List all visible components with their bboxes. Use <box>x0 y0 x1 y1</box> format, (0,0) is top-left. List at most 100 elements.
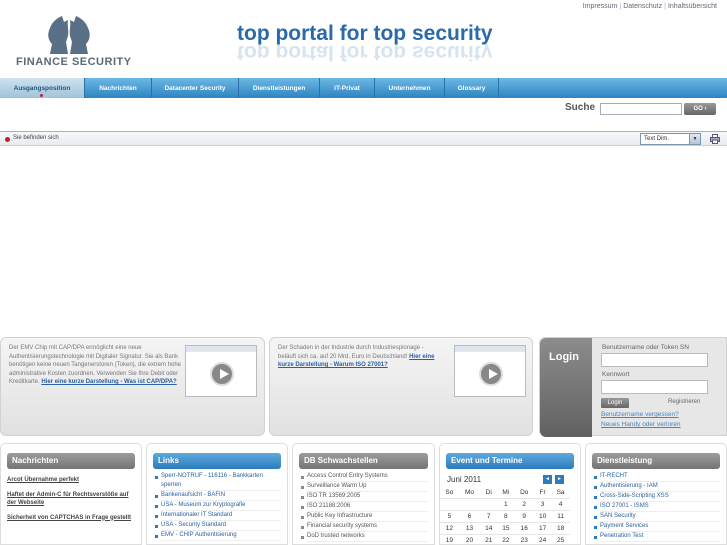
promo-link[interactable]: Hier eine kurze Darstellung - Was ist CA… <box>41 379 176 385</box>
list-item[interactable]: Public Key Infrastructure <box>301 512 428 522</box>
list-item[interactable]: Bankenaufsicht - BAFIN <box>155 491 281 501</box>
username-label: Benutzername oder Token SN <box>602 344 689 351</box>
calendar-day[interactable]: 4 <box>551 497 570 510</box>
search-go-button[interactable]: GO › <box>684 103 716 115</box>
calendar-day[interactable]: 25 <box>551 533 570 544</box>
calendar-day[interactable]: 9 <box>514 509 535 522</box>
calendar-day[interactable] <box>458 497 481 510</box>
login-button[interactable]: Login <box>601 398 629 408</box>
calendar-day[interactable]: 3 <box>534 497 552 510</box>
vulnerabilities-box: DB Schwachstellen Access Control Entry S… <box>292 443 435 545</box>
list-item[interactable]: Access Control Entry Systems <box>301 472 428 482</box>
register-link[interactable]: Registrieren <box>668 399 700 405</box>
search-input[interactable] <box>600 103 682 115</box>
news-title: Nachrichten <box>7 453 135 469</box>
forgot-username-link[interactable]: Benutzername vergessen? <box>601 411 679 418</box>
breadcrumb-label: Sie befinden sich <box>13 135 59 141</box>
calendar-day[interactable]: 14 <box>480 521 498 534</box>
vulnerabilities-title: DB Schwachstellen <box>299 453 428 469</box>
nav-item-dienstleistungen[interactable]: Dienstleistungen <box>239 78 320 98</box>
print-icon[interactable] <box>710 134 720 144</box>
video-thumbnail[interactable] <box>454 345 526 397</box>
calendar-day[interactable] <box>440 497 459 510</box>
news-item[interactable]: Haftet der Admin-C für Rechtsverstöße au… <box>7 491 135 508</box>
nav-item-datacenter-security[interactable]: Datacenter Security <box>152 78 239 98</box>
calendar-grid: So Mo Di Mi Do Fr Sa 1 2 3 4 5 6 7 8 9 1… <box>440 487 570 544</box>
weekday-label: Mo <box>464 488 474 496</box>
lost-phone-link[interactable]: Neues Handy oder verloren <box>601 421 681 428</box>
calendar-day[interactable]: 7 <box>480 509 498 522</box>
list-item[interactable]: Payment Services <box>594 522 720 532</box>
weekday-label: Fr <box>539 488 546 496</box>
video-thumbnail[interactable] <box>185 345 257 397</box>
list-item[interactable]: Penetration Test <box>594 532 720 542</box>
list-item[interactable]: USA - Security Standard <box>155 521 281 531</box>
promo-iso-27001: Der Schaden in der Industrie durch Indus… <box>269 337 533 436</box>
login-panel: Login Benutzername oder Token SN Kennwor… <box>539 337 727 437</box>
list-item[interactable]: EMV - CHIP Authentisierung <box>155 531 281 541</box>
location-dot-icon <box>5 137 10 142</box>
chevron-down-icon: ▼ <box>689 134 700 144</box>
news-box: Nachrichten Arcot Übernahme perfekt Haft… <box>0 443 142 545</box>
list-item[interactable]: ISO 27001 - ISMS <box>594 502 720 512</box>
password-label: Kennwort <box>602 371 630 378</box>
breadcrumb: Sie befinden sich <box>0 131 727 146</box>
list-item[interactable]: Authentisierung - IAM <box>594 482 720 492</box>
nav-item-it-privat[interactable]: IT-Privat <box>320 78 375 98</box>
nav-item-glossary[interactable]: Glossary <box>445 78 499 98</box>
calendar-day[interactable]: 20 <box>458 533 481 544</box>
calendar-day[interactable]: 12 <box>440 521 459 534</box>
calendar-day[interactable]: 18 <box>551 521 570 534</box>
list-item[interactable]: ISO TR 13569:2005 <box>301 492 428 502</box>
nav-item-unternehmen[interactable]: Unternehmen <box>375 78 445 98</box>
calendar-prev-icon[interactable]: ◄ <box>543 475 552 484</box>
calendar-day[interactable] <box>480 497 498 510</box>
calendar-month: Juni 2011 <box>447 475 482 484</box>
calendar-day[interactable]: 1 <box>497 497 515 510</box>
list-item[interactable]: USA - Museum zur Kryptografie <box>155 501 281 511</box>
password-field[interactable] <box>601 380 708 394</box>
text-size-value: Text Dim. <box>644 136 670 142</box>
calendar-day[interactable]: 8 <box>497 509 515 522</box>
weekday-label: So <box>445 488 454 496</box>
calendar-day[interactable]: 23 <box>514 533 535 544</box>
calendar-day[interactable]: 2 <box>514 497 535 510</box>
list-item[interactable]: IT-RECHT <box>594 472 720 482</box>
impressum-link[interactable]: Impressum <box>583 3 618 10</box>
links-box: Links Sperr-NOTRUF - 116116 - Bankkarten… <box>146 443 288 545</box>
news-item[interactable]: Arcot Übernahme perfekt <box>7 476 135 485</box>
username-field[interactable] <box>601 353 708 367</box>
calendar-day[interactable]: 22 <box>497 533 515 544</box>
news-item[interactable]: Sicherheit von CAPTCHAS in Frage gestell… <box>7 514 135 523</box>
list-item[interactable]: Sperr-NOTRUF - 116116 - Bankkarten sperr… <box>155 472 281 491</box>
list-item[interactable]: ISO 21188:2006 <box>301 502 428 512</box>
nav-item-ausgangsposition[interactable]: Ausgangsposition <box>0 78 85 98</box>
list-item[interactable]: Cross-Side-Scripting XSS <box>594 492 720 502</box>
calendar-box: Event und Termine Juni 2011 ◄ ► So Mo Di… <box>439 443 581 545</box>
calendar-day[interactable]: 19 <box>440 533 459 544</box>
list-item[interactable]: Surveillance Warm Up <box>301 482 428 492</box>
list-item[interactable]: DoD trusted networks <box>301 532 428 542</box>
logo[interactable]: FINANCE SECURITY <box>12 12 131 72</box>
calendar-day[interactable]: 11 <box>551 509 570 522</box>
calendar-day[interactable]: 24 <box>534 533 552 544</box>
weekday-label: Mi <box>502 488 510 496</box>
calendar-next-icon[interactable]: ► <box>555 475 564 484</box>
calendar-day[interactable]: 21 <box>480 533 498 544</box>
list-item[interactable]: Financial security systems <box>301 522 428 532</box>
calendar-day[interactable]: 16 <box>514 521 535 534</box>
nav-item-nachrichten[interactable]: Nachrichten <box>85 78 152 98</box>
calendar-day[interactable]: 6 <box>458 509 481 522</box>
calendar-day[interactable]: 5 <box>440 509 459 522</box>
list-item[interactable]: SAN Security <box>594 512 720 522</box>
list-item[interactable]: Internationaler IT Standard <box>155 511 281 521</box>
promo-cap-dpa: Der EMV Chip mit CAP/DPA ermöglicht eine… <box>0 337 265 436</box>
calendar-day[interactable]: 10 <box>534 509 552 522</box>
datenschutz-link[interactable]: Datenschutz <box>623 3 662 10</box>
calendar-day[interactable]: 13 <box>458 521 481 534</box>
text-size-select[interactable]: Text Dim. ▼ <box>640 133 701 145</box>
sitemap-link[interactable]: Inhaltsübersicht <box>668 3 717 10</box>
calendar-day[interactable]: 15 <box>497 521 515 534</box>
tagline-reflection: top portal for top security <box>237 41 493 64</box>
calendar-day[interactable]: 17 <box>534 521 552 534</box>
